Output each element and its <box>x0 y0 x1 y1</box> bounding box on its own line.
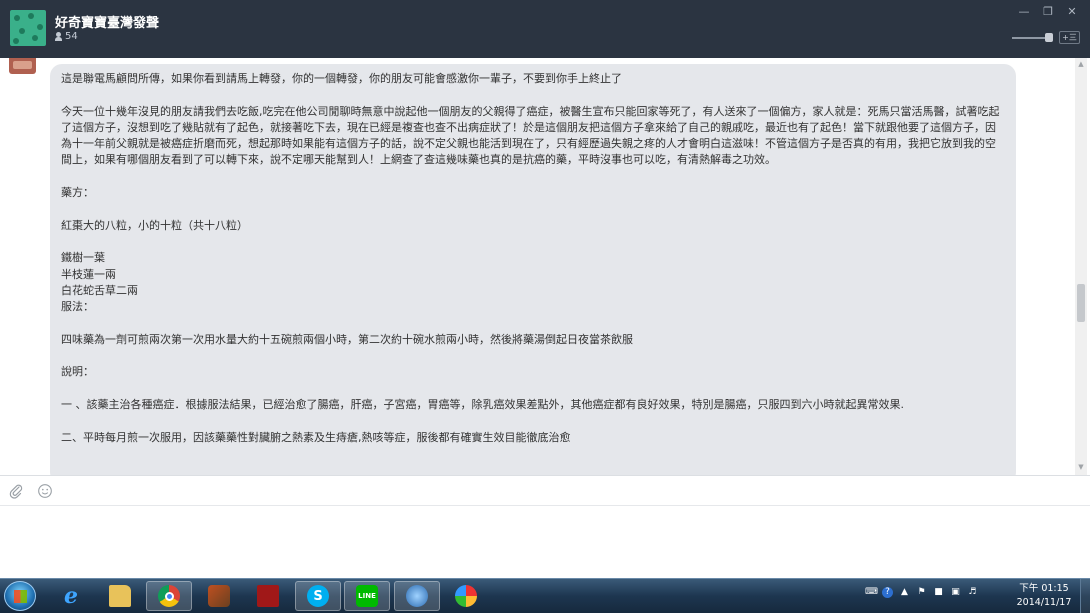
message-line: 說明： <box>61 365 94 379</box>
member-count-value: 54 <box>65 31 78 42</box>
network-icon <box>406 585 428 607</box>
device-icon[interactable]: ■ <box>933 587 944 598</box>
folder-icon <box>109 585 131 607</box>
network-tray-icon[interactable]: ▣ <box>950 587 961 598</box>
document-icon <box>257 585 279 607</box>
taskbar-line[interactable]: LINE <box>344 581 390 611</box>
brush-app-icon <box>208 585 230 607</box>
taskbar-network-app[interactable] <box>394 581 440 611</box>
skype-icon: S <box>307 585 329 607</box>
group-title: 好奇寶寶臺灣發聲 <box>55 16 160 31</box>
restore-icon[interactable]: ❐ <box>1042 6 1054 18</box>
window-controls: — ❐ ✕ <box>1018 6 1078 18</box>
scroll-up-icon[interactable]: ▲ <box>1077 60 1085 68</box>
chrome-icon <box>158 585 180 607</box>
clock-date: 2014/11/17 <box>1016 597 1072 608</box>
sender-avatar[interactable] <box>9 58 36 74</box>
close-icon[interactable]: ✕ <box>1066 6 1078 18</box>
message-input[interactable] <box>0 505 1090 578</box>
person-icon <box>55 32 62 41</box>
taskbar-paint[interactable] <box>443 581 489 611</box>
taskbar-document-app[interactable] <box>245 581 291 611</box>
clock-time: 下午 01:15 <box>1019 583 1069 594</box>
line-icon: LINE <box>356 585 378 607</box>
flag-icon[interactable]: ⚑ <box>916 587 927 598</box>
message-line: 半枝蓮一兩 <box>61 267 116 281</box>
taskbar-chrome[interactable] <box>146 581 192 611</box>
chat-scrollbar[interactable]: ▲ ▼ <box>1075 58 1087 475</box>
taskbar-paint-tools[interactable] <box>196 581 242 611</box>
start-button[interactable] <box>4 581 36 611</box>
message-line: 一 、該藥主治各種癌症．根據服法結果，已經治愈了腸癌，肝癌，子宮癌，胃癌等，除乳… <box>61 397 904 411</box>
zoom-menu-button[interactable]: +三 <box>1059 31 1080 44</box>
clock[interactable]: 下午 01:15 2014/11/17 <box>1014 582 1074 610</box>
scroll-thumb[interactable] <box>1077 284 1085 322</box>
show-hidden-icons-icon[interactable]: ▲ <box>899 587 910 598</box>
message-line: 今天一位十幾年沒見的朋友請我們去吃飯,吃完在他公司閒聊時無意中說起他一個朋友的父… <box>61 104 1000 167</box>
chat-history: 這是聯電馬顧問所傳，如果你看到請馬上轉發，你的一個轉發，你的朋友可能會感激你一輩… <box>0 58 1090 475</box>
scroll-down-icon[interactable]: ▼ <box>1077 463 1085 471</box>
message-line: 這是聯電馬顧問所傳，如果你看到請馬上轉發，你的一個轉發，你的朋友可能會感激你一輩… <box>61 72 622 85</box>
input-toolbar <box>0 475 1090 505</box>
paperclip-icon[interactable] <box>8 483 24 499</box>
taskbar-file-explorer[interactable] <box>97 581 143 611</box>
group-avatar[interactable] <box>10 10 46 46</box>
message-line: 紅棗大的八粒，小的十粒（共十八粒） <box>61 218 248 232</box>
message-line: 二、平時每月煎一次服用，因該藥藥性對臟腑之熱素及生痔瘡,熱咳等症，服後都有確實生… <box>61 430 571 444</box>
keyboard-icon[interactable]: ⌨ <box>865 587 878 598</box>
zoom-slider-handle[interactable] <box>1045 33 1053 42</box>
system-tray: ⌨ ? ▲ ⚑ ■ ▣ ♬ <box>865 587 978 598</box>
palette-icon <box>455 585 477 607</box>
member-count[interactable]: 54 <box>55 31 78 42</box>
taskbar-internet-explorer[interactable]: e <box>48 581 94 611</box>
line-chat-window: 好奇寶寶臺灣發聲 54 — ❐ ✕ +三 這是聯電馬顧問所傳，如果你看到請馬上轉… <box>0 0 1090 613</box>
message-bubble: 這是聯電馬顧問所傳，如果你看到請馬上轉發，你的一個轉發，你的朋友可能會感激你一輩… <box>50 64 1016 475</box>
message-line: 鐵樹一葉 <box>61 251 105 265</box>
message-line: 服法： <box>61 300 94 314</box>
windows-taskbar: e S LINE ⌨ ? ▲ ⚑ ■ ▣ ♬ 下午 01:15 2014/11/… <box>0 578 1090 613</box>
internet-explorer-icon: e <box>64 583 78 609</box>
show-desktop-button[interactable] <box>1080 579 1090 613</box>
help-icon[interactable]: ? <box>882 587 893 598</box>
smiley-icon[interactable] <box>37 483 53 499</box>
message-line: 四味藥為一劑可煎兩次第一次用水量大約十五碗煎兩個小時，第二次約十碗水煎兩小時，然… <box>61 332 633 346</box>
volume-icon[interactable]: ♬ <box>967 587 978 598</box>
chat-header: 好奇寶寶臺灣發聲 54 — ❐ ✕ +三 <box>0 0 1090 58</box>
message-line: 藥方： <box>61 186 94 200</box>
minimize-icon[interactable]: — <box>1018 6 1030 18</box>
taskbar-skype[interactable]: S <box>295 581 341 611</box>
message-line: 白花蛇舌草二兩 <box>61 283 138 297</box>
